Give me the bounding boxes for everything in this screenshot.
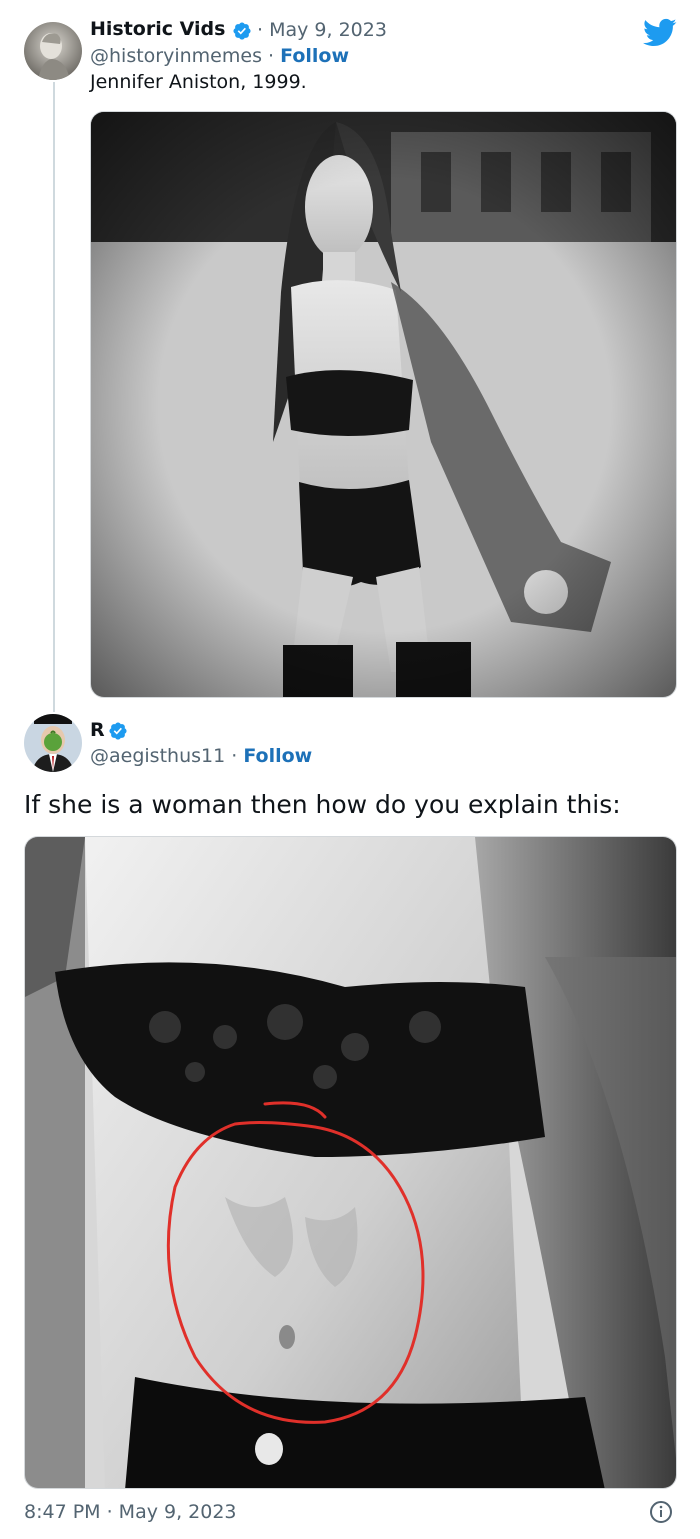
author-name[interactable]: Historic Vids <box>90 18 225 40</box>
tweet-text: Jennifer Aniston, 1999. <box>90 71 307 93</box>
thread-connector-line <box>53 82 55 712</box>
separator: · <box>268 45 275 67</box>
separator: · <box>257 19 264 41</box>
handle-line: @aegisthus11 · Follow <box>90 745 312 767</box>
verified-badge-icon <box>109 722 127 740</box>
tweet-date[interactable]: May 9, 2023 <box>269 19 387 41</box>
avatar-historic-vids[interactable] <box>24 22 82 80</box>
verified-badge-icon <box>233 22 251 40</box>
author-handle[interactable]: @historyinmemes <box>90 45 262 67</box>
separator: · <box>231 745 238 767</box>
tweet-timestamp[interactable]: 8:47 PM · May 9, 2023 <box>24 1501 237 1523</box>
follow-button[interactable]: Follow <box>280 45 349 67</box>
handle-line: @historyinmemes · Follow <box>90 45 349 67</box>
tweet-photo[interactable] <box>90 111 677 698</box>
tweet-date-line: · May 9, 2023 <box>257 19 387 41</box>
tweet-text: If she is a woman then how do you explai… <box>24 790 621 819</box>
twitter-bird-icon[interactable] <box>643 18 677 48</box>
tweet-photo[interactable] <box>24 836 677 1489</box>
info-icon[interactable] <box>649 1500 673 1524</box>
author-name[interactable]: R <box>90 719 105 741</box>
author-handle[interactable]: @aegisthus11 <box>90 745 225 767</box>
avatar-r[interactable] <box>24 714 82 772</box>
follow-button[interactable]: Follow <box>243 745 312 767</box>
